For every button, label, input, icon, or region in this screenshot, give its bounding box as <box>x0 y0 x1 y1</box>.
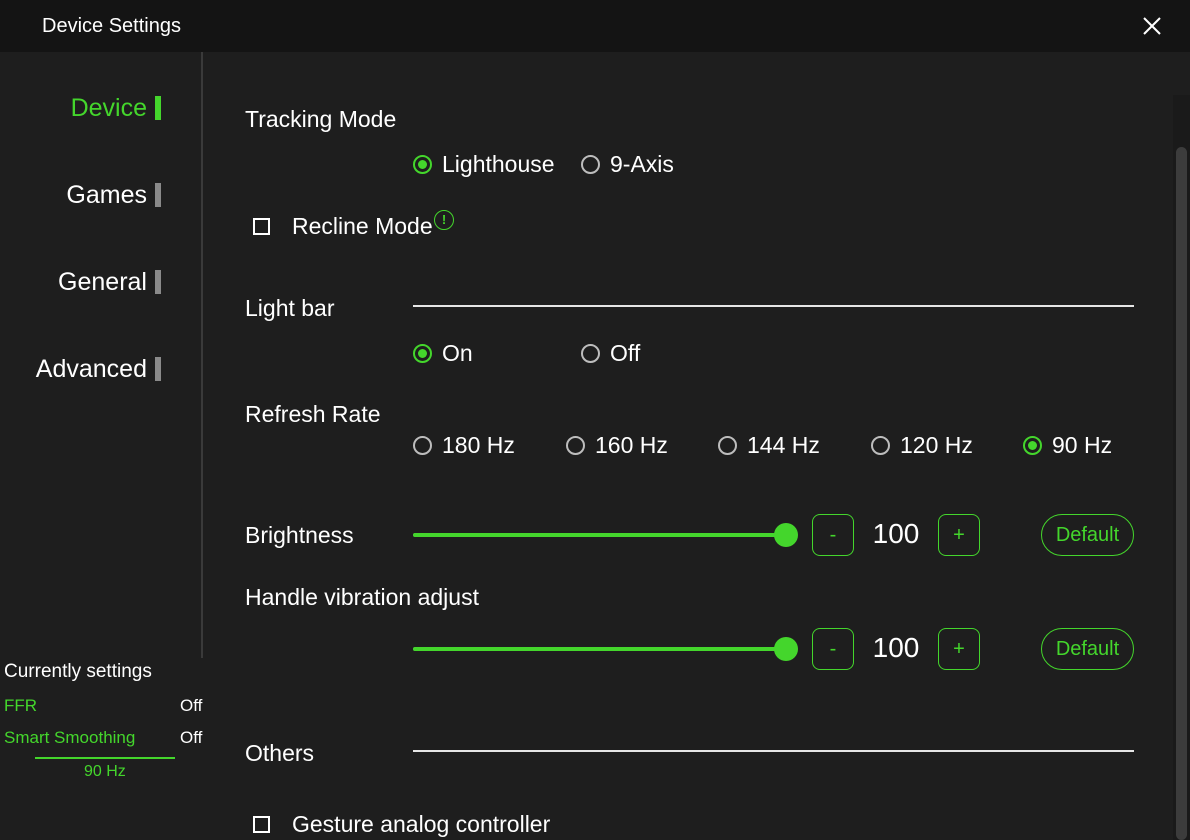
close-icon[interactable] <box>1140 14 1164 38</box>
radio-label: Lighthouse <box>442 151 555 177</box>
info-icon[interactable]: ! <box>434 210 454 230</box>
vibration-value: 100 <box>872 632 920 663</box>
current-setting-smart-smoothing: Smart Smoothing <box>4 728 135 748</box>
others-label: Others <box>245 740 315 766</box>
vibration-increase-button[interactable]: + <box>938 628 980 670</box>
section-divider <box>413 305 1134 307</box>
sidebar-divider <box>201 52 203 658</box>
tracking-mode-label: Tracking Mode <box>245 106 397 132</box>
item-marker <box>155 270 161 294</box>
radio-dot <box>871 436 890 455</box>
radio-label: 160 Hz <box>595 432 668 458</box>
radio-dot <box>566 436 585 455</box>
radio-120hz[interactable]: 120 Hz <box>871 432 973 459</box>
item-marker <box>155 357 161 381</box>
brightness-label: Brightness <box>245 522 354 548</box>
radio-light-bar-on[interactable]: On <box>413 340 473 367</box>
scrollbar-thumb[interactable] <box>1176 147 1187 840</box>
window-title: Device Settings <box>42 15 181 37</box>
vibration-slider[interactable] <box>413 637 798 661</box>
checkbox-label: Recline Mode <box>292 213 433 239</box>
radio-dot <box>413 155 432 174</box>
radio-label: 9-Axis <box>610 151 674 177</box>
checkbox-box <box>253 218 270 235</box>
radio-144hz[interactable]: 144 Hz <box>718 432 820 459</box>
radio-dot <box>718 436 737 455</box>
brightness-value: 100 <box>872 518 920 549</box>
slider-thumb[interactable] <box>774 523 798 547</box>
sidebar-item-label: Advanced <box>35 354 147 383</box>
vibration-decrease-button[interactable]: - <box>812 628 854 670</box>
sidebar-item-device[interactable]: Device <box>71 91 161 125</box>
sidebar-item-label: Games <box>66 180 147 209</box>
slider-fill <box>413 533 786 537</box>
sidebar-item-advanced[interactable]: Advanced <box>36 352 161 386</box>
radio-label: 144 Hz <box>747 432 820 458</box>
checkbox-label: Gesture analog controller <box>292 811 551 837</box>
brightness-decrease-button[interactable]: - <box>812 514 854 556</box>
title-bar: Device Settings <box>0 0 1190 52</box>
slider-fill <box>413 647 786 651</box>
radio-dot <box>581 155 600 174</box>
radio-90hz[interactable]: 90 Hz <box>1023 432 1112 459</box>
section-divider <box>413 750 1134 752</box>
vibration-default-button[interactable]: Default <box>1041 628 1134 670</box>
setting-value: Off <box>180 696 203 715</box>
slider-thumb[interactable] <box>774 637 798 661</box>
recline-mode-checkbox[interactable]: Recline Mode <box>253 213 433 240</box>
sidebar-item-label: General <box>58 267 147 296</box>
radio-label: 120 Hz <box>900 432 973 458</box>
radio-dot <box>581 344 600 363</box>
radio-9-axis[interactable]: 9-Axis <box>581 151 674 178</box>
radio-label: 90 Hz <box>1052 432 1113 458</box>
radio-light-bar-off[interactable]: Off <box>581 340 640 367</box>
radio-label: On <box>442 340 473 366</box>
light-bar-label: Light bar <box>245 295 335 321</box>
radio-label: Off <box>610 340 641 366</box>
refresh-rate-label: Refresh Rate <box>245 401 381 427</box>
vibration-label: Handle vibration adjust <box>245 584 479 610</box>
setting-value: Off <box>180 728 203 747</box>
radio-dot <box>1023 436 1042 455</box>
device-settings-window: Device Settings Device Games General Adv… <box>0 0 1190 840</box>
current-refresh-rate: 90 Hz <box>84 763 126 780</box>
setting-key: Smart Smoothing <box>4 728 136 747</box>
active-marker <box>155 96 161 120</box>
brightness-default-button[interactable]: Default <box>1041 514 1134 556</box>
radio-label: 180 Hz <box>442 432 515 458</box>
radio-180hz[interactable]: 180 Hz <box>413 432 515 459</box>
radio-160hz[interactable]: 160 Hz <box>566 432 668 459</box>
sidebar-item-general[interactable]: General <box>58 265 161 299</box>
radio-lighthouse[interactable]: Lighthouse <box>413 151 555 178</box>
checkbox-box <box>253 816 270 833</box>
current-setting-ffr: FFR <box>4 696 37 716</box>
brightness-slider[interactable] <box>413 523 798 547</box>
sidebar-item-label: Device <box>70 93 147 122</box>
radio-dot <box>413 436 432 455</box>
current-settings-divider <box>35 757 175 759</box>
sidebar-item-games[interactable]: Games <box>66 178 161 212</box>
current-settings-title: Currently settings <box>4 661 152 682</box>
setting-key: FFR <box>4 696 38 715</box>
brightness-increase-button[interactable]: + <box>938 514 980 556</box>
gesture-analog-controller-checkbox[interactable]: Gesture analog controller <box>253 811 550 838</box>
radio-dot <box>413 344 432 363</box>
item-marker <box>155 183 161 207</box>
